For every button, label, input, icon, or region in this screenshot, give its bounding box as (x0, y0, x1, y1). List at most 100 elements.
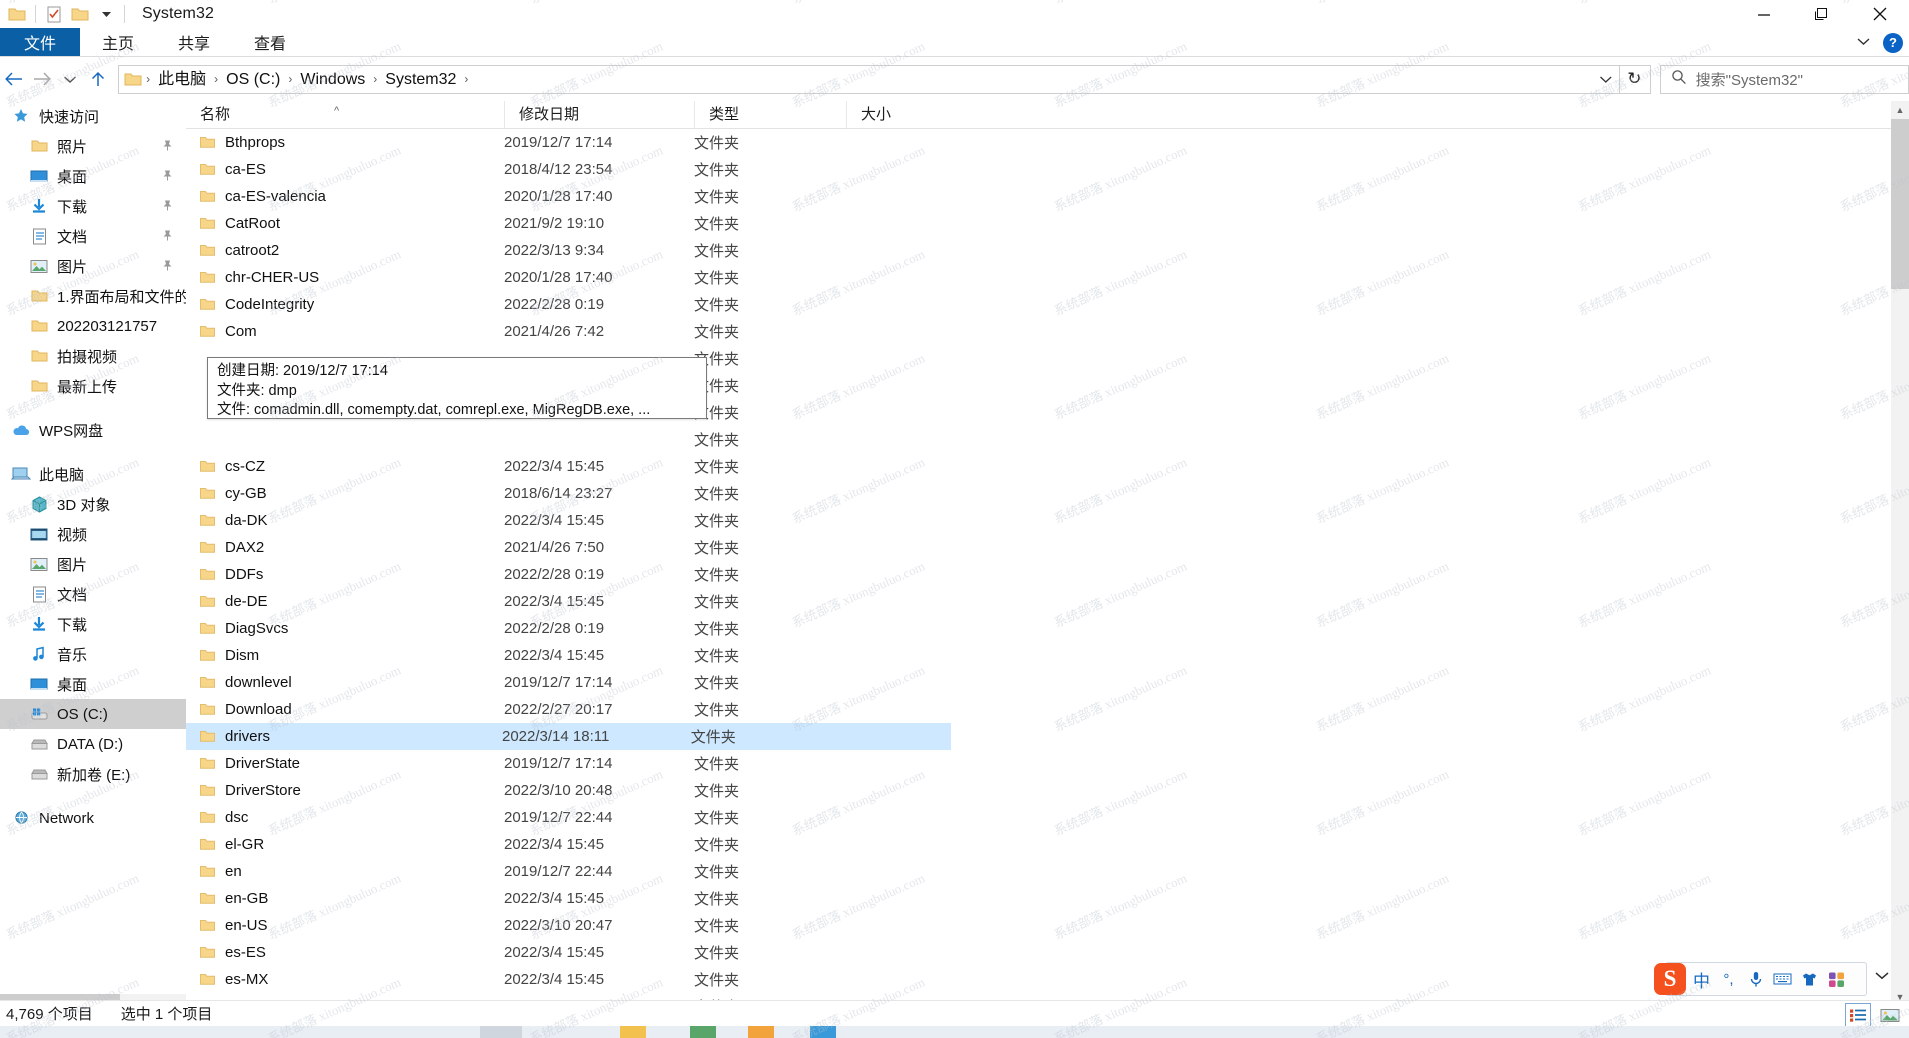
pin-icon[interactable] (161, 139, 174, 157)
table-row[interactable]: es-ES 2022/3/4 15:45 文件夹 (186, 939, 1891, 966)
checklist-icon[interactable] (41, 1, 67, 27)
table-row[interactable]: Dism 2022/3/4 15:45 文件夹 (186, 642, 1891, 669)
sidebar-item-videos[interactable]: 视频 (0, 519, 186, 549)
forward-button[interactable] (28, 58, 56, 100)
search-input[interactable]: 搜索"System32" (1659, 64, 1909, 94)
scroll-up-button[interactable]: ▲ (1891, 101, 1909, 119)
chevron-down-icon[interactable] (93, 1, 119, 27)
navigation-pane[interactable]: 快速访问 照片 桌面 下载 文档 图片 1.界面布局和文件的 202203121… (0, 101, 186, 1006)
table-row[interactable]: en-GB 2022/3/4 15:45 文件夹 (186, 885, 1891, 912)
table-row[interactable]: downlevel 2019/12/7 17:14 文件夹 (186, 669, 1891, 696)
breadcrumb-item-this-pc[interactable]: 此电脑 (151, 66, 213, 93)
taskbar-item[interactable] (480, 1026, 522, 1038)
table-row[interactable]: Download 2022/2/27 20:17 文件夹 (186, 696, 1891, 723)
scrollbar-thumb[interactable] (1891, 119, 1909, 289)
sidebar-item-desktop[interactable]: 桌面 (0, 161, 186, 191)
pin-icon[interactable] (161, 229, 174, 247)
table-row[interactable]: CatRoot 2021/9/2 19:10 文件夹 (186, 210, 1891, 237)
chevron-down-icon[interactable] (1856, 34, 1871, 52)
sidebar-item-downloads-pc[interactable]: 下载 (0, 609, 186, 639)
sogou-logo-icon[interactable]: S (1654, 963, 1686, 995)
chevron-down-icon[interactable] (1874, 969, 1890, 984)
chevron-down-icon[interactable] (1599, 66, 1613, 93)
sidebar-item-os-c[interactable]: OS (C:) (0, 699, 186, 729)
table-row[interactable]: Com 2021/4/26 7:42 文件夹 (186, 318, 1891, 345)
sidebar-item-data-d[interactable]: DATA (D:) (0, 729, 186, 759)
sidebar-group-quick-access[interactable]: 快速访问 (0, 101, 186, 131)
tab-home[interactable]: 主页 (80, 28, 156, 56)
maximize-button[interactable] (1793, 0, 1851, 28)
help-button[interactable]: ? (1883, 32, 1903, 53)
minimize-button[interactable] (1735, 0, 1793, 28)
column-header-date[interactable]: 修改日期 (504, 100, 694, 129)
refresh-button[interactable]: ↻ (1619, 64, 1651, 94)
folder-icon[interactable] (4, 1, 30, 27)
table-row[interactable]: cs-CZ 2022/3/4 15:45 文件夹 (186, 453, 1891, 480)
sidebar-item-pictures[interactable]: 图片 (0, 251, 186, 281)
details-view-icon[interactable] (1845, 1003, 1871, 1027)
table-row[interactable]: 文件夹 (186, 426, 1891, 453)
sidebar-item-shot-videos[interactable]: 拍摄视频 (0, 341, 186, 371)
toolbox-icon[interactable] (1823, 964, 1850, 994)
table-row[interactable]: DDFs 2022/2/28 0:19 文件夹 (186, 561, 1891, 588)
microphone-icon[interactable] (1742, 964, 1769, 994)
sidebar-item-photos[interactable]: 照片 (0, 131, 186, 161)
sidebar-item-documents[interactable]: 文档 (0, 221, 186, 251)
table-row[interactable]: en 2019/12/7 22:44 文件夹 (186, 858, 1891, 885)
table-row[interactable]: el-GR 2022/3/4 15:45 文件夹 (186, 831, 1891, 858)
quick-access-toolbar[interactable] (0, 0, 130, 28)
sidebar-item-wps-cloud[interactable]: WPS网盘 (0, 415, 186, 445)
sidebar-item-documents-pc[interactable]: 文档 (0, 579, 186, 609)
table-row[interactable]: da-DK 2022/3/4 15:45 文件夹 (186, 507, 1891, 534)
file-rows[interactable]: Bthprops 2019/12/7 17:14 文件夹 ca-ES 2018/4/12… (186, 129, 1891, 1020)
sidebar-item-music[interactable]: 音乐 (0, 639, 186, 669)
ime-punctuation-button[interactable]: °, (1715, 964, 1742, 994)
sidebar-item-3d-objects[interactable]: 3D 对象 (0, 489, 186, 519)
breadcrumb-item-os-c[interactable]: OS (C:) (219, 66, 287, 93)
taskbar-item[interactable] (748, 1026, 774, 1038)
ime-mode-button[interactable]: 中 (1688, 964, 1715, 994)
table-row[interactable]: drivers 2022/3/14 18:11 文件夹 (186, 723, 951, 750)
pin-icon[interactable] (161, 259, 174, 277)
sidebar-item-latest-upload[interactable]: 最新上传 (0, 371, 186, 401)
table-row[interactable]: ca-ES-valencia 2020/1/28 17:40 文件夹 (186, 183, 1891, 210)
breadcrumb-item-windows[interactable]: Windows (293, 66, 372, 93)
tab-share[interactable]: 共享 (156, 28, 232, 56)
table-row[interactable]: de-DE 2022/3/4 15:45 文件夹 (186, 588, 1891, 615)
keyboard-icon[interactable] (1769, 964, 1796, 994)
taskbar-item[interactable] (620, 1026, 646, 1038)
sidebar-item-202203121757[interactable]: 202203121757 (0, 311, 186, 341)
table-row[interactable]: dsc 2019/12/7 22:44 文件夹 (186, 804, 1891, 831)
tab-file[interactable]: 文件 (0, 28, 81, 56)
taskbar-item[interactable] (690, 1026, 716, 1038)
table-row[interactable]: Bthprops 2019/12/7 17:14 文件夹 (186, 129, 1891, 156)
sidebar-item-downloads[interactable]: 下载 (0, 191, 186, 221)
breadcrumb[interactable]: › 此电脑 › OS (C:) › Windows › System32 › (118, 64, 1621, 94)
back-button[interactable] (0, 58, 28, 100)
table-row[interactable]: DriverStore 2022/3/10 20:48 文件夹 (186, 777, 1891, 804)
up-button[interactable] (84, 58, 112, 100)
view-toggle-group[interactable] (1845, 1003, 1903, 1027)
file-list-pane[interactable]: 名称 ^ 修改日期 类型 大小 Bthprops 2019/12/7 17:14 文… (186, 100, 1891, 1016)
column-header-size[interactable]: 大小 (846, 100, 956, 129)
taskbar[interactable] (0, 1026, 1909, 1038)
table-row[interactable]: chr-CHER-US 2020/1/28 17:40 文件夹 (186, 264, 1891, 291)
table-row[interactable]: DAX2 2021/4/26 7:50 文件夹 (186, 534, 1891, 561)
large-icons-view-icon[interactable] (1877, 1003, 1903, 1027)
sidebar-item-desktop-pc[interactable]: 桌面 (0, 669, 186, 699)
taskbar-item[interactable] (810, 1026, 836, 1038)
table-row[interactable]: ca-ES 2018/4/12 23:54 文件夹 (186, 156, 1891, 183)
sidebar-item-layout-folder[interactable]: 1.界面布局和文件的 (0, 281, 186, 311)
tab-view[interactable]: 查看 (232, 28, 308, 56)
sidebar-item-new-volume-e[interactable]: 新加卷 (E:) (0, 759, 186, 789)
pin-icon[interactable] (161, 169, 174, 187)
column-header-name[interactable]: 名称 ^ (186, 101, 504, 129)
vertical-scrollbar[interactable]: ▲ ▼ (1891, 101, 1909, 1006)
table-row[interactable]: es-MX 2022/3/4 15:45 文件夹 (186, 966, 1891, 993)
table-row[interactable]: CodeIntegrity 2022/2/28 0:19 文件夹 (186, 291, 1891, 318)
pin-icon[interactable] (161, 199, 174, 217)
sidebar-group-this-pc[interactable]: 此电脑 (0, 459, 186, 489)
table-row[interactable]: DriverState 2019/12/7 17:14 文件夹 (186, 750, 1891, 777)
close-button[interactable] (1851, 0, 1909, 28)
ime-toolbar[interactable]: S 中 °, (1654, 962, 1889, 996)
